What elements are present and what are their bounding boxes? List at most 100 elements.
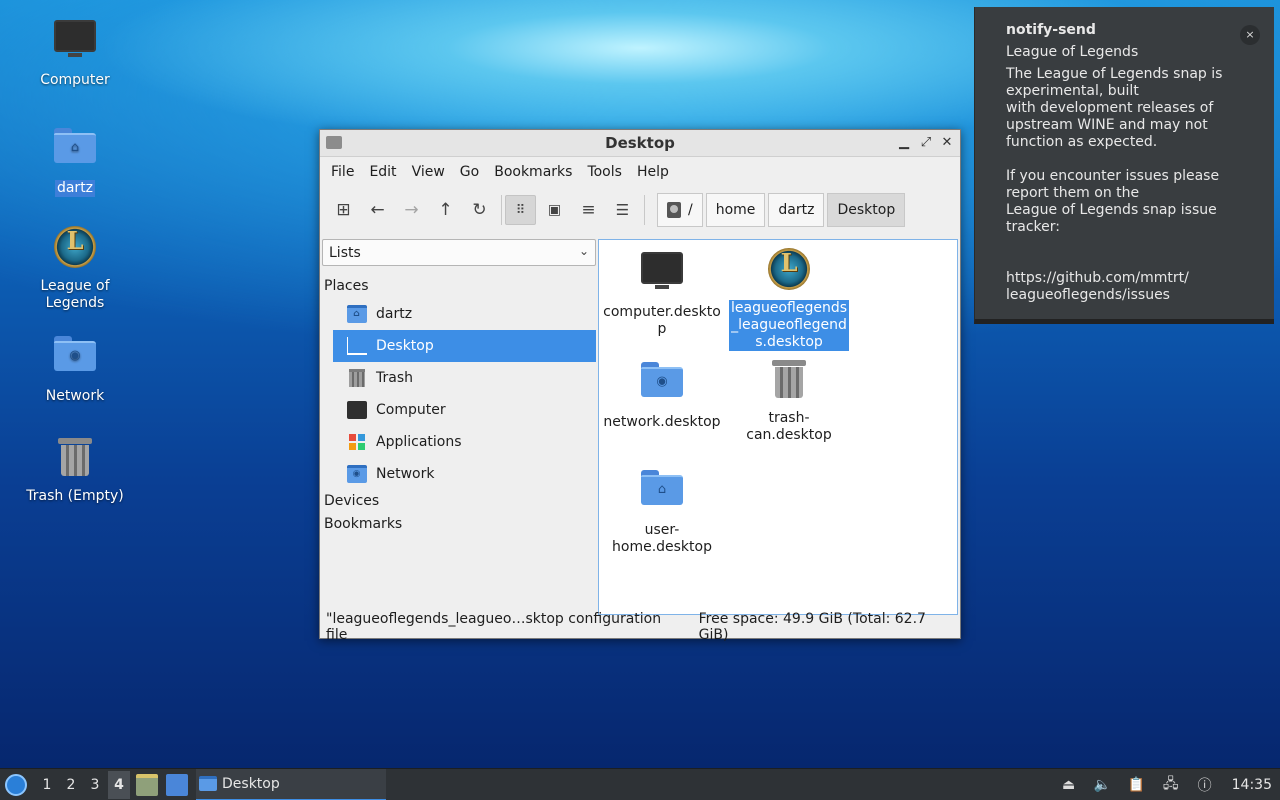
desktop-icon-label: Network xyxy=(45,388,105,404)
volume-icon[interactable]: 🔈 xyxy=(1092,774,1114,796)
desktop-icon-dartz[interactable]: ⌂ dartz xyxy=(20,120,130,197)
file-item-computer[interactable]: computer.desktop xyxy=(602,246,722,338)
network-icon[interactable]: 🖧 xyxy=(1160,774,1182,796)
start-menu-button[interactable] xyxy=(5,773,27,796)
menu-edit[interactable]: Edit xyxy=(362,164,403,180)
place-computer[interactable]: Computer xyxy=(333,394,596,426)
menu-file[interactable]: File xyxy=(324,164,361,180)
file-item-network[interactable]: ◉ network.desktop xyxy=(602,354,722,431)
place-label: Trash xyxy=(376,370,413,386)
back-button[interactable]: ← xyxy=(362,195,393,225)
path-root-label: / xyxy=(688,202,693,218)
devices-heading[interactable]: Devices xyxy=(322,490,596,513)
bookmarks-heading[interactable]: Bookmarks xyxy=(322,513,596,536)
file-icon-view[interactable]: computer.desktop L leagueoflegends_leagu… xyxy=(598,239,958,615)
toolbar-separator xyxy=(501,195,502,225)
arrow-right-icon: → xyxy=(404,200,419,220)
folder-icon xyxy=(199,776,217,791)
maximize-button[interactable]: ⤢ xyxy=(916,133,936,153)
icon-view-button[interactable]: ⠿ xyxy=(505,195,536,225)
compact-view-button[interactable]: ≡ xyxy=(573,195,604,225)
taskbar: 1 2 3 4 Desktop ⏏ 🔈 📋 🖧 ⓘ 14:35 xyxy=(0,768,1280,800)
file-name: network.desktop xyxy=(603,414,721,430)
place-network[interactable]: ◉ Network xyxy=(333,458,596,490)
close-button[interactable]: ✕ xyxy=(937,133,957,153)
place-desktop[interactable]: Desktop xyxy=(333,330,596,362)
home-folder-icon: ⌂ xyxy=(641,470,683,505)
file-name: computer.desktop xyxy=(603,304,721,337)
side-pane-mode-select[interactable]: Lists ⌄ xyxy=(322,239,596,266)
file-item-leagueoflegends[interactable]: L leagueoflegends_leagueoflegends.deskto… xyxy=(729,246,849,351)
clock[interactable]: 14:35 xyxy=(1232,777,1272,793)
place-label: Applications xyxy=(376,434,462,450)
path-dartz-button[interactable]: dartz xyxy=(768,193,825,227)
status-selection: "leagueoflegends_leagueo…sktop configura… xyxy=(326,610,662,643)
place-trash[interactable]: Trash xyxy=(333,362,596,394)
forward-button[interactable]: → xyxy=(396,195,427,225)
taskbar-task-desktop[interactable]: Desktop xyxy=(196,768,386,800)
places-heading[interactable]: Places xyxy=(322,275,596,298)
desktop-icon-trash[interactable]: Trash (Empty) xyxy=(20,432,130,505)
detailed-view-button[interactable]: ☰ xyxy=(607,195,638,225)
computer-icon xyxy=(347,401,367,419)
grid-icon: ⠿ xyxy=(515,202,526,218)
minimize-button[interactable]: ▁ xyxy=(894,133,914,153)
trash-icon xyxy=(58,436,92,476)
workspace-1-button[interactable]: 1 xyxy=(36,771,58,799)
window-title: Desktop xyxy=(605,134,675,152)
new-tab-button[interactable]: ⊞ xyxy=(328,195,359,225)
reload-button[interactable]: ↻ xyxy=(464,195,495,225)
home-folder-icon: ⌂ xyxy=(54,128,96,163)
file-item-user-home[interactable]: ⌂ user-home.desktop xyxy=(602,462,722,556)
path-home-button[interactable]: home xyxy=(705,193,766,227)
file-item-trash-can[interactable]: trash-can.desktop xyxy=(729,354,849,444)
window-titlebar[interactable]: Desktop ▁ ⤢ ✕ xyxy=(320,130,960,157)
menu-go[interactable]: Go xyxy=(453,164,486,180)
desktop-icon-league-of-legends[interactable]: L League of Legends xyxy=(20,224,130,312)
trash-icon xyxy=(349,369,365,387)
arrow-up-icon: ↑ xyxy=(438,200,453,220)
clipboard-icon[interactable]: 📋 xyxy=(1126,774,1148,796)
thumbnail-view-button[interactable]: ▣ xyxy=(539,195,570,225)
drive-icon xyxy=(667,202,681,218)
path-crumb-label: dartz xyxy=(778,202,815,218)
league-of-legends-icon: L xyxy=(768,248,810,290)
desktop-icon-label: League of Legends xyxy=(40,278,110,311)
desktop-icon xyxy=(347,337,367,355)
home-folder-icon: ⌂ xyxy=(347,305,367,323)
status-bar: "leagueoflegends_leagueo…sktop configura… xyxy=(320,611,960,643)
reload-icon: ↻ xyxy=(472,200,487,220)
notification-app-name: notify-send xyxy=(1006,22,1096,38)
task-label: Desktop xyxy=(222,775,280,792)
place-label: Network xyxy=(376,466,435,482)
notification-icon[interactable]: ⓘ xyxy=(1194,774,1216,796)
workspace-3-button[interactable]: 3 xyxy=(84,771,106,799)
arrow-left-icon: ← xyxy=(370,200,385,220)
notification-close-button[interactable]: × xyxy=(1240,25,1260,45)
up-button[interactable]: ↑ xyxy=(430,195,461,225)
menu-bookmarks[interactable]: Bookmarks xyxy=(487,164,579,180)
path-desktop-button[interactable]: Desktop xyxy=(827,193,906,227)
workspace-4-button[interactable]: 4 xyxy=(108,770,130,799)
path-root-button[interactable]: / xyxy=(657,193,703,227)
place-applications[interactable]: Applications xyxy=(333,426,596,458)
content-area: Lists ⌄ Places ⌂ dartz Desktop Trash Com… xyxy=(320,237,960,615)
system-tray: ⏏ 🔈 📋 🖧 ⓘ 14:35 xyxy=(1052,769,1280,800)
menubar: File Edit View Go Bookmarks Tools Help xyxy=(320,157,960,187)
list-icon: ≡ xyxy=(581,200,596,220)
desktop-icon-network[interactable]: ◉ Network xyxy=(20,328,130,405)
file-manager-launcher-icon[interactable] xyxy=(136,773,158,796)
desktop-icon-computer[interactable]: Computer xyxy=(20,14,130,89)
menu-view[interactable]: View xyxy=(405,164,452,180)
network-folder-icon: ◉ xyxy=(54,336,96,371)
place-dartz[interactable]: ⌂ dartz xyxy=(333,298,596,330)
file-name: trash-can.desktop xyxy=(746,410,832,443)
menu-tools[interactable]: Tools xyxy=(580,164,629,180)
show-desktop-icon[interactable] xyxy=(166,773,188,796)
notification-summary: League of Legends xyxy=(1006,44,1139,60)
workspace-2-button[interactable]: 2 xyxy=(60,771,82,799)
notification-popup[interactable]: notify-send League of Legends The League… xyxy=(974,7,1274,324)
eject-icon[interactable]: ⏏ xyxy=(1058,774,1080,796)
notification-body: The League of Legends snap is experiment… xyxy=(1006,66,1223,303)
menu-help[interactable]: Help xyxy=(630,164,676,180)
